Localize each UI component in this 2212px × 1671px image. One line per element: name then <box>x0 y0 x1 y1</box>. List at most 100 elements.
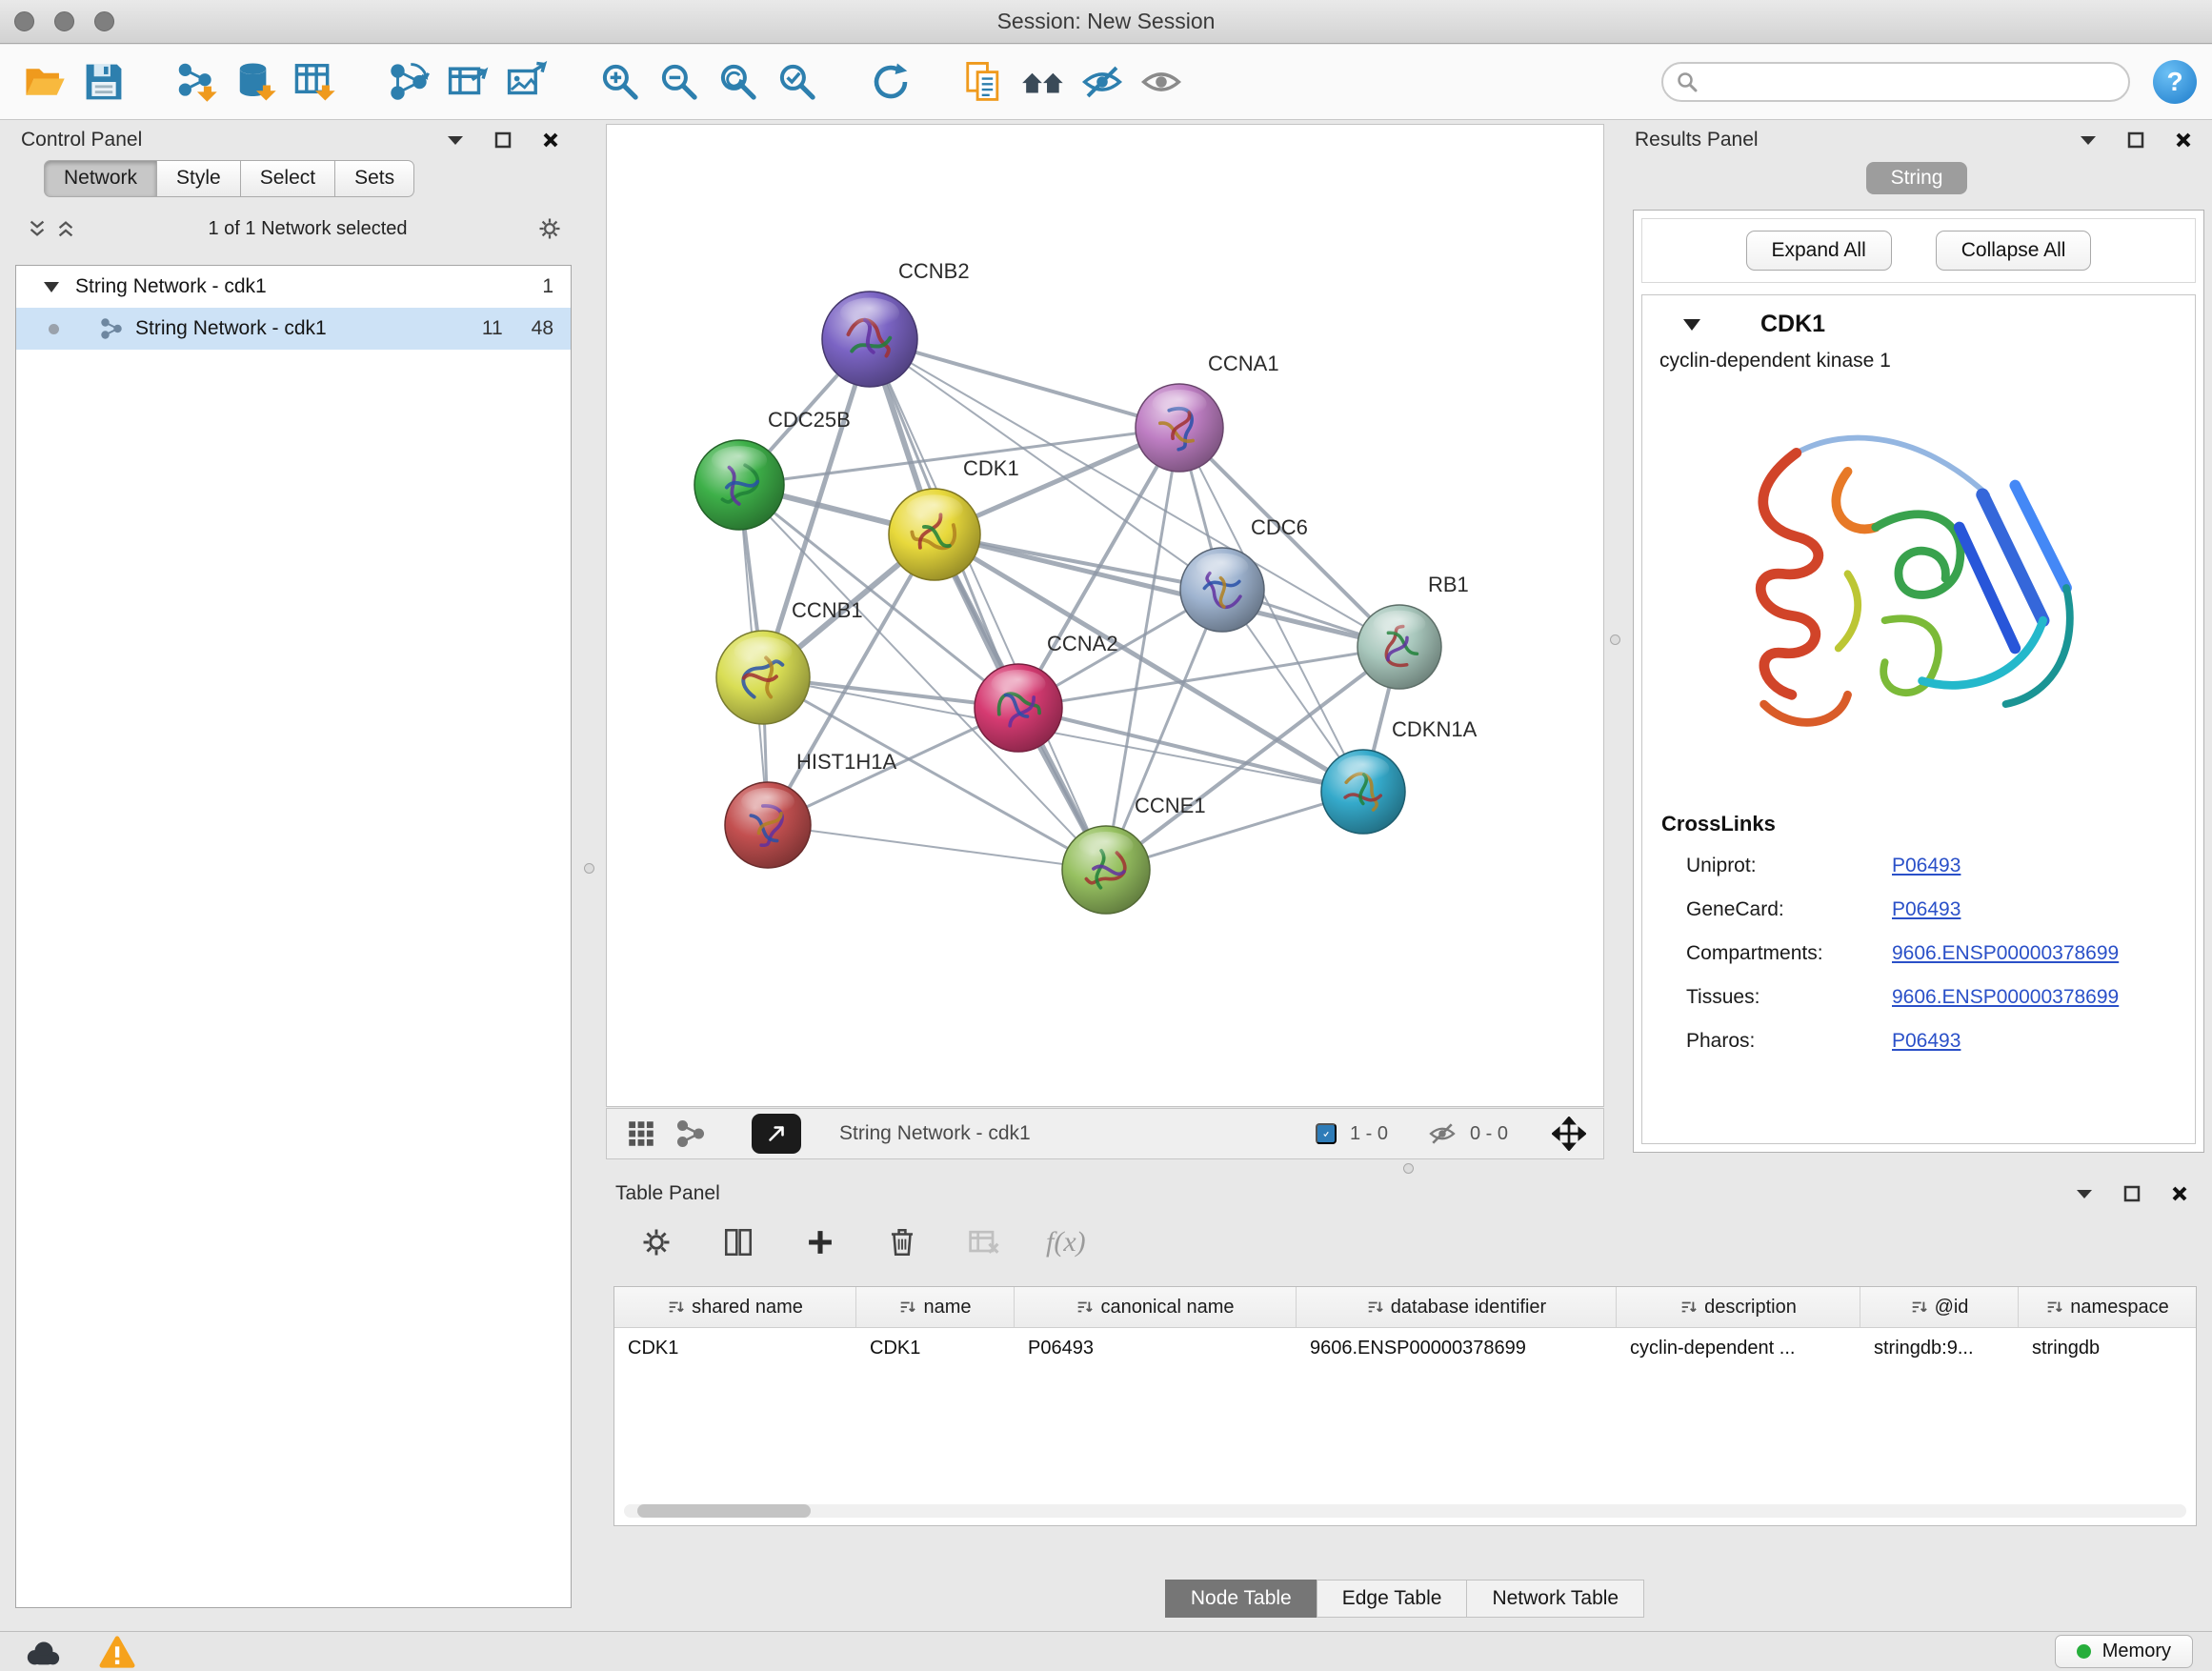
import-network-database-button[interactable] <box>227 53 286 111</box>
tab-node-table[interactable]: Node Table <box>1165 1580 1317 1618</box>
search-input[interactable] <box>1661 62 2130 102</box>
expand-all-button[interactable]: Expand All <box>1746 231 1892 271</box>
crosslink-link-compartments[interactable]: 9606.ENSP00000378699 <box>1892 942 2119 965</box>
manage-columns-button[interactable] <box>718 1222 758 1262</box>
gene-card-header[interactable]: CDK1 <box>1642 295 2195 346</box>
table-row[interactable]: CDK1 CDK1 P06493 9606.ENSP00000378699 cy… <box>614 1328 2196 1368</box>
crosslink-link-pharos[interactable]: P06493 <box>1892 1030 1961 1053</box>
column-header-namespace[interactable]: namespace <box>2019 1287 2196 1327</box>
delete-column-button[interactable] <box>882 1222 922 1262</box>
network-node[interactable]: CCNE1 <box>1062 794 1206 914</box>
crosslink-link-tissues[interactable]: 9606.ENSP00000378699 <box>1892 986 2119 1009</box>
collapse-all-networks-button[interactable] <box>23 214 51 243</box>
hide-selected-button[interactable] <box>1073 53 1132 111</box>
network-node[interactable]: CCNA1 <box>1136 352 1279 472</box>
table-panel-close-button[interactable] <box>2168 1182 2191 1205</box>
expand-all-networks-button[interactable] <box>51 214 80 243</box>
show-all-button[interactable] <box>1132 53 1191 111</box>
status-bar: Memory <box>0 1631 2212 1671</box>
column-header-database-identifier[interactable]: database identifier <box>1297 1287 1617 1327</box>
network-canvas[interactable]: CCNB2CCNA1CDC25BCDK1CDC6RB1CCNB1CCNA2CDK… <box>607 125 1603 1106</box>
zoom-selected-button[interactable] <box>768 53 827 111</box>
control-panel-close-button[interactable] <box>539 129 562 151</box>
splitter-handle[interactable] <box>1610 634 1620 645</box>
refresh-view-button[interactable] <box>861 53 920 111</box>
cloud-services-button[interactable] <box>19 1634 67 1670</box>
column-header-id[interactable]: @id <box>1860 1287 2019 1327</box>
scrollbar-thumb[interactable] <box>637 1504 811 1518</box>
search-box <box>1661 62 2130 102</box>
results-panel-float-button[interactable] <box>2124 129 2147 151</box>
disclosure-triangle-icon[interactable] <box>1682 317 1701 332</box>
zoom-in-button[interactable] <box>591 53 650 111</box>
new-network-button[interactable] <box>379 53 438 111</box>
column-header-name[interactable]: name <box>856 1287 1015 1327</box>
selected-indicator-checkbox[interactable] <box>1316 1123 1337 1144</box>
network-node[interactable]: CCNB2 <box>822 259 970 387</box>
results-panel-menu-button[interactable] <box>2077 129 2100 151</box>
network-overview-button[interactable] <box>1014 53 1073 111</box>
table-panel-menu-button[interactable] <box>2073 1182 2096 1205</box>
table-cell[interactable]: stringdb <box>2019 1328 2196 1368</box>
splitter-handle[interactable] <box>584 863 594 874</box>
import-table-file-button[interactable] <box>286 53 345 111</box>
network-edge[interactable] <box>763 339 870 677</box>
table-cell[interactable]: CDK1 <box>856 1328 1015 1368</box>
zoom-fit-button[interactable] <box>709 53 768 111</box>
network-edge[interactable] <box>870 339 1106 870</box>
splitter-handle[interactable] <box>1403 1163 1414 1174</box>
network-node[interactable]: CDC6 <box>1180 515 1308 632</box>
network-view-mode-button[interactable] <box>670 1113 712 1155</box>
import-network-file-button[interactable] <box>168 53 227 111</box>
duplicate-document-button[interactable] <box>955 53 1014 111</box>
table-cell[interactable]: stringdb:9... <box>1860 1328 2019 1368</box>
column-header-shared-name[interactable]: shared name <box>614 1287 856 1327</box>
network-edge[interactable] <box>1018 708 1363 792</box>
tab-select[interactable]: Select <box>241 160 335 197</box>
tab-style[interactable]: Style <box>157 160 241 197</box>
warning-icon <box>99 1635 135 1669</box>
network-node[interactable]: RB1 <box>1357 573 1469 689</box>
results-panel-close-button[interactable] <box>2172 129 2195 151</box>
column-header-canonical-name[interactable]: canonical name <box>1015 1287 1297 1327</box>
disclosure-triangle-icon[interactable] <box>43 280 60 293</box>
zoom-out-button[interactable] <box>650 53 709 111</box>
network-options-gear-button[interactable] <box>535 214 564 243</box>
help-button[interactable]: ? <box>2153 60 2197 104</box>
table-horizontal-scrollbar[interactable] <box>624 1504 2186 1518</box>
tab-string-results[interactable]: String <box>1866 162 1968 194</box>
birdseye-view-button[interactable] <box>752 1114 801 1154</box>
warnings-button[interactable] <box>93 1634 141 1670</box>
network-collection-row[interactable]: String Network - cdk1 1 <box>16 266 571 308</box>
network-edge[interactable] <box>768 825 1106 870</box>
column-header-description[interactable]: description <box>1617 1287 1860 1327</box>
collapse-all-button[interactable]: Collapse All <box>1936 231 2092 271</box>
crosslink-link-genecard[interactable]: P06493 <box>1892 898 1961 921</box>
memory-button[interactable]: Memory <box>2055 1635 2193 1668</box>
table-panel-float-button[interactable] <box>2121 1182 2143 1205</box>
export-image-button[interactable] <box>497 53 556 111</box>
network-node[interactable]: CDK1 <box>889 456 1019 580</box>
table-cell[interactable]: cyclin-dependent ... <box>1617 1328 1860 1368</box>
tab-network-table[interactable]: Network Table <box>1466 1580 1644 1618</box>
network-row-selected[interactable]: String Network - cdk1 11 48 <box>16 308 571 350</box>
crosslink-link-uniprot[interactable]: P06493 <box>1892 855 1961 877</box>
network-node[interactable]: CDKN1A <box>1321 717 1478 834</box>
table-cell[interactable]: 9606.ENSP00000378699 <box>1297 1328 1617 1368</box>
control-panel-float-button[interactable] <box>492 129 514 151</box>
tab-network[interactable]: Network <box>44 160 157 197</box>
open-session-button[interactable] <box>15 53 74 111</box>
network-node[interactable]: HIST1H1A <box>725 750 896 868</box>
tab-edge-table[interactable]: Edge Table <box>1317 1580 1468 1618</box>
new-network-from-table-button[interactable] <box>438 53 497 111</box>
table-settings-gear-button[interactable] <box>636 1222 676 1262</box>
control-panel-menu-button[interactable] <box>444 129 467 151</box>
table-cell[interactable]: P06493 <box>1015 1328 1297 1368</box>
add-column-button[interactable] <box>800 1222 840 1262</box>
pan-tool-button[interactable] <box>1548 1113 1590 1155</box>
save-session-button[interactable] <box>74 53 133 111</box>
table-cell[interactable]: CDK1 <box>614 1328 856 1368</box>
grid-view-button[interactable] <box>620 1113 662 1155</box>
tab-sets[interactable]: Sets <box>335 160 414 197</box>
network-node[interactable]: CCNB1 <box>716 598 863 724</box>
